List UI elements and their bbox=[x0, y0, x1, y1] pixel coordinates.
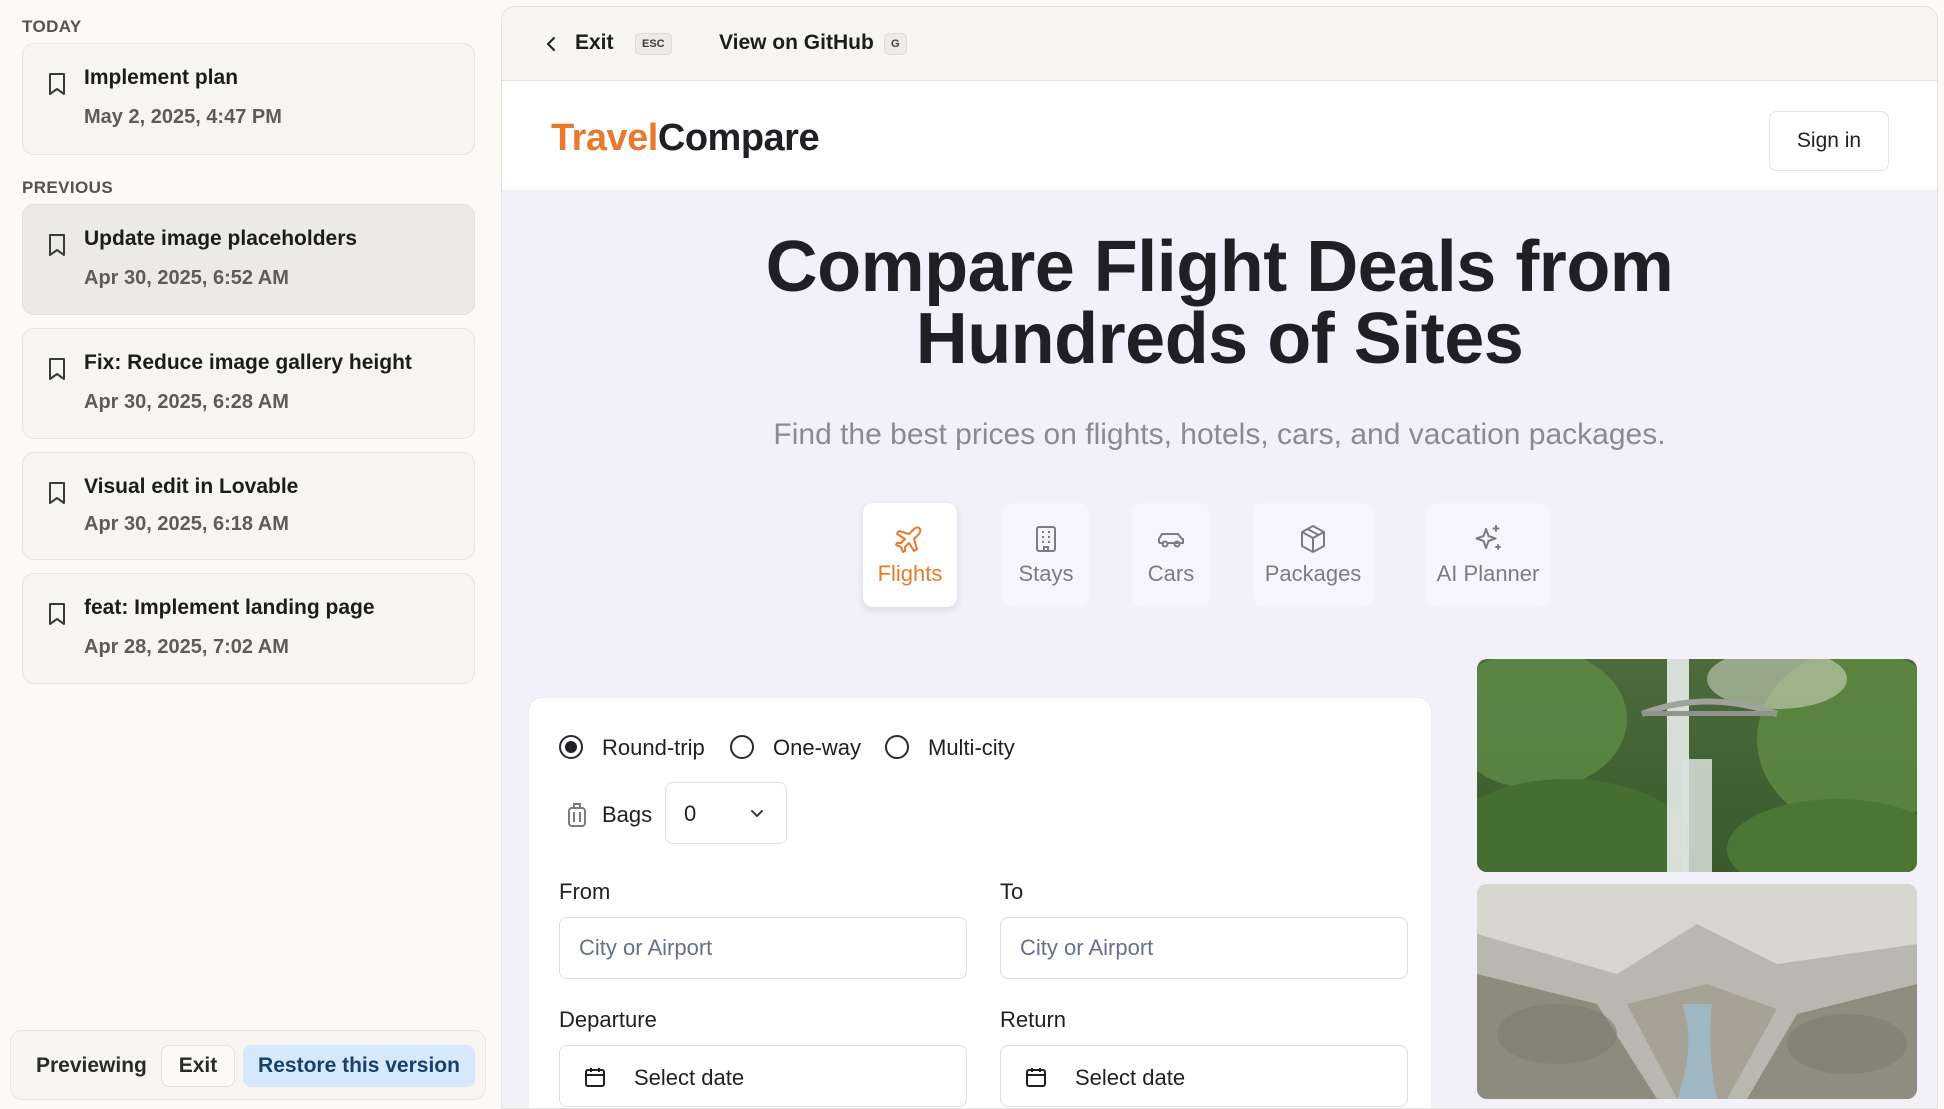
departure-label: Departure bbox=[559, 1007, 657, 1032]
hero-title-line2: Hundreds of Sites bbox=[915, 299, 1524, 379]
sparkles-icon bbox=[1475, 525, 1501, 550]
to-label: To bbox=[1000, 879, 1024, 904]
return-label: Return bbox=[1000, 1007, 1067, 1032]
preview-action-bar: Previewing Exit Restore this version bbox=[10, 1030, 486, 1100]
hero-subtitle: Find the best prices on flights, hotels,… bbox=[773, 418, 1666, 451]
tab-ai-planner[interactable]: AI Planner bbox=[1426, 503, 1550, 607]
version-item[interactable]: Fix: Reduce image gallery height Apr 30,… bbox=[22, 328, 475, 439]
building-icon bbox=[1036, 526, 1056, 552]
hero-section: Compare Flight Deals from Hundreds of Si… bbox=[502, 191, 1937, 1108]
departure-value: Select date bbox=[634, 1065, 745, 1090]
tab-flights[interactable]: Flights bbox=[863, 503, 957, 607]
version-item[interactable]: Visual edit in Lovable Apr 30, 2025, 6:1… bbox=[22, 452, 475, 560]
plane-icon bbox=[895, 526, 922, 553]
tab-label: AI Planner bbox=[1436, 561, 1540, 586]
version-date: Apr 30, 2025, 6:28 AM bbox=[84, 391, 289, 413]
tab-label: Cars bbox=[1147, 561, 1195, 586]
one-way-label[interactable]: One-way bbox=[773, 735, 861, 761]
version-item-selected[interactable]: Update image placeholders Apr 30, 2025, … bbox=[22, 204, 475, 315]
version-title: Fix: Reduce image gallery height bbox=[84, 351, 412, 374]
hero-title: Compare Flight Deals from Hundreds of Si… bbox=[502, 231, 1937, 375]
tab-packages[interactable]: Packages bbox=[1253, 503, 1373, 607]
departure-date-picker[interactable]: Select date bbox=[559, 1045, 967, 1107]
version-date: Apr 30, 2025, 6:18 AM bbox=[84, 513, 289, 535]
canyon-photo bbox=[1477, 884, 1917, 1099]
bookmark-icon bbox=[49, 73, 65, 95]
waterfall-photo bbox=[1477, 659, 1917, 872]
tab-stays[interactable]: Stays bbox=[1003, 503, 1089, 607]
package-icon bbox=[1301, 525, 1325, 553]
bags-select[interactable]: 0 bbox=[665, 782, 787, 844]
hero-title-line1: Compare Flight Deals from bbox=[765, 227, 1674, 307]
previewing-label: Previewing bbox=[36, 1054, 147, 1077]
multi-city-label[interactable]: Multi-city bbox=[928, 735, 1015, 761]
site-logo[interactable]: TravelCompare bbox=[551, 117, 820, 160]
preview-panel: Exit ESC View on GitHub G TravelCompare … bbox=[501, 6, 1938, 1109]
tab-cars[interactable]: Cars bbox=[1132, 503, 1210, 607]
restore-version-button[interactable]: Restore this version bbox=[243, 1045, 475, 1087]
version-title: Implement plan bbox=[84, 66, 239, 89]
round-trip-label[interactable]: Round-trip bbox=[602, 735, 705, 761]
exit-preview-button[interactable]: Exit bbox=[161, 1045, 235, 1087]
bags-value: 0 bbox=[684, 801, 697, 826]
exit-button[interactable]: Exit bbox=[575, 31, 614, 55]
calendar-icon bbox=[585, 1068, 605, 1087]
multi-city-radio[interactable] bbox=[885, 735, 909, 759]
return-date-picker[interactable]: Select date bbox=[1000, 1045, 1408, 1107]
logo-compare: Compare bbox=[657, 117, 820, 159]
view-on-github-link[interactable]: View on GitHub bbox=[719, 31, 874, 55]
github-shortcut-badge: G bbox=[884, 33, 907, 55]
calendar-icon bbox=[1026, 1068, 1046, 1087]
car-icon bbox=[1158, 533, 1184, 548]
version-item[interactable]: feat: Implement landing page Apr 28, 202… bbox=[22, 573, 475, 684]
esc-shortcut-badge: ESC bbox=[635, 33, 672, 55]
return-value: Select date bbox=[1075, 1065, 1186, 1090]
version-title: feat: Implement landing page bbox=[84, 596, 375, 619]
bookmark-icon bbox=[49, 603, 65, 625]
tab-label: Flights bbox=[877, 561, 943, 586]
tab-label: Packages bbox=[1264, 561, 1362, 586]
bags-label: Bags bbox=[602, 802, 653, 827]
from-label: From bbox=[559, 879, 611, 904]
bookmark-icon bbox=[49, 482, 65, 504]
version-date: Apr 30, 2025, 6:52 AM bbox=[84, 267, 289, 289]
section-label-previous: PREVIOUS bbox=[22, 178, 114, 197]
chevron-left-icon[interactable] bbox=[544, 36, 558, 52]
one-way-radio[interactable] bbox=[730, 735, 754, 759]
section-label-today: TODAY bbox=[22, 17, 82, 36]
flight-search-form: Round-trip One-way Multi-city Bags 0 Fro… bbox=[528, 697, 1432, 1108]
site-header: TravelCompare Sign in bbox=[502, 81, 1937, 191]
version-date: Apr 28, 2025, 7:02 AM bbox=[84, 636, 289, 658]
from-input[interactable] bbox=[559, 917, 967, 979]
bookmark-icon bbox=[49, 358, 65, 380]
preview-topbar: Exit ESC View on GitHub G bbox=[502, 7, 1937, 81]
logo-travel: Travel bbox=[551, 117, 658, 159]
bookmark-icon bbox=[49, 234, 65, 256]
version-title: Update image placeholders bbox=[84, 227, 358, 250]
luggage-icon bbox=[568, 803, 586, 827]
version-title: Visual edit in Lovable bbox=[84, 475, 299, 498]
sign-in-button[interactable]: Sign in bbox=[1769, 111, 1889, 171]
tab-label: Stays bbox=[1018, 561, 1074, 586]
to-input[interactable] bbox=[1000, 917, 1408, 979]
version-history-sidebar: TODAY Implement plan May 2, 2025, 4:47 P… bbox=[0, 0, 495, 1109]
chevron-down-icon bbox=[751, 810, 763, 817]
version-date: May 2, 2025, 4:47 PM bbox=[84, 106, 282, 128]
round-trip-radio[interactable] bbox=[559, 735, 583, 759]
version-item[interactable]: Implement plan May 2, 2025, 4:47 PM bbox=[22, 43, 475, 155]
